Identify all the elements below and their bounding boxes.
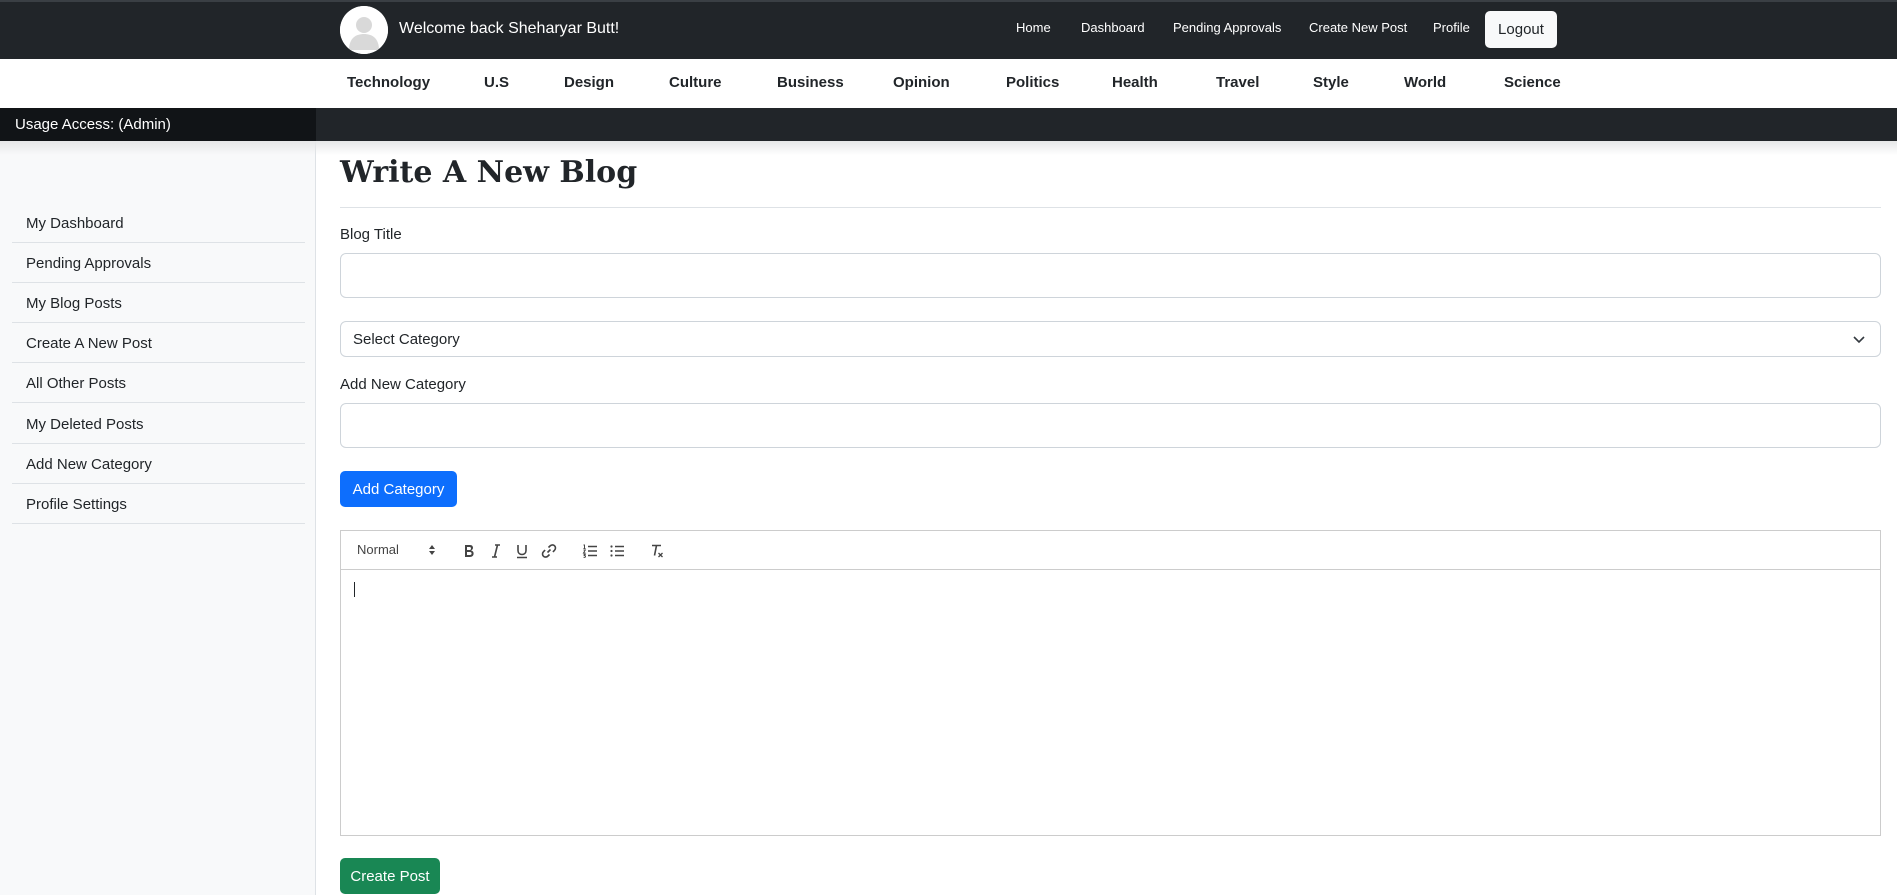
category-culture[interactable]: Culture — [669, 74, 722, 91]
nav-dashboard-link[interactable]: Dashboard — [1081, 20, 1145, 35]
text-caret — [354, 582, 355, 597]
access-label-panel: Usage Access: (Admin) — [0, 108, 316, 141]
new-category-label: Add New Category — [340, 376, 466, 393]
sidebar-item-label: My Dashboard — [26, 215, 124, 232]
editor-toolbar: Normal — [340, 530, 1881, 570]
usage-access-label: Usage Access: (Admin) — [15, 116, 171, 133]
sidebar-item-label: My Deleted Posts — [26, 416, 144, 433]
access-bar: Usage Access: (Admin) — [0, 108, 1897, 141]
sidebar-item-my-dashboard[interactable]: My Dashboard — [12, 203, 305, 243]
logout-button[interactable]: Logout — [1485, 11, 1557, 48]
sidebar-item-label: Add New Category — [26, 456, 152, 473]
category-world[interactable]: World — [1404, 74, 1446, 91]
sidebar-item-my-blog-posts[interactable]: My Blog Posts — [12, 283, 305, 323]
underline-icon[interactable] — [513, 542, 531, 560]
category-nav: Technology U.S Design Culture Business O… — [0, 59, 1897, 108]
format-select-arrows-icon — [429, 545, 435, 555]
sidebar-item-label: Pending Approvals — [26, 255, 152, 272]
bold-icon[interactable] — [460, 542, 478, 560]
sidebar: My Dashboard Pending Approvals My Blog P… — [0, 141, 316, 895]
category-science[interactable]: Science — [1504, 74, 1561, 91]
sidebar-item-my-deleted-posts[interactable]: My Deleted Posts — [12, 404, 305, 444]
sidebar-item-all-other-posts[interactable]: All Other Posts — [12, 363, 305, 403]
category-technology[interactable]: Technology — [347, 74, 430, 91]
blog-content-editor[interactable] — [340, 569, 1881, 836]
chevron-down-icon — [1853, 336, 1865, 344]
sidebar-item-add-new-category[interactable]: Add New Category — [12, 444, 305, 484]
new-category-input[interactable] — [340, 403, 1881, 448]
category-style[interactable]: Style — [1313, 74, 1349, 91]
link-icon[interactable] — [540, 542, 558, 560]
nav-profile-link[interactable]: Profile — [1433, 20, 1470, 35]
sidebar-item-profile-settings[interactable]: Profile Settings — [12, 484, 305, 524]
blog-title-input[interactable] — [340, 253, 1881, 298]
category-business[interactable]: Business — [777, 74, 844, 91]
sidebar-item-label: All Other Posts — [26, 375, 127, 392]
sidebar-item-pending-approvals[interactable]: Pending Approvals — [12, 243, 305, 283]
sidebar-item-label: Profile Settings — [26, 496, 127, 513]
category-design[interactable]: Design — [564, 74, 614, 91]
nav-pending-approvals-link[interactable]: Pending Approvals — [1173, 20, 1281, 35]
blog-title-label: Blog Title — [340, 226, 402, 243]
category-us[interactable]: U.S — [484, 74, 509, 91]
italic-icon[interactable] — [487, 542, 505, 560]
header-shadow — [0, 141, 1897, 155]
category-travel[interactable]: Travel — [1216, 74, 1259, 91]
category-politics[interactable]: Politics — [1006, 74, 1059, 91]
title-divider — [340, 207, 1881, 208]
nav-home-link[interactable]: Home — [1016, 20, 1051, 35]
sidebar-item-label: My Blog Posts — [26, 295, 122, 312]
sidebar-item-label: Create A New Post — [26, 335, 152, 352]
sidebar-item-create-new-post[interactable]: Create A New Post — [12, 323, 305, 363]
create-post-button[interactable]: Create Post — [340, 858, 440, 894]
category-opinion[interactable]: Opinion — [893, 74, 950, 91]
bullet-list-icon[interactable] — [608, 542, 626, 560]
nav-create-new-post-link[interactable]: Create New Post — [1309, 20, 1407, 35]
ordered-list-icon[interactable] — [581, 542, 599, 560]
category-select-value: Select Category — [353, 331, 460, 348]
format-select[interactable]: Normal — [357, 542, 399, 557]
add-category-button[interactable]: Add Category — [340, 471, 457, 507]
top-nav-links: Home Dashboard Pending Approvals Create … — [0, 20, 1897, 40]
category-select[interactable]: Select Category — [340, 321, 1881, 357]
page-title: Write A New Blog — [340, 155, 638, 190]
category-health[interactable]: Health — [1112, 74, 1158, 91]
clear-format-icon[interactable] — [648, 542, 666, 560]
top-navbar: Welcome back Sheharyar Butt! Home Dashbo… — [0, 0, 1897, 59]
